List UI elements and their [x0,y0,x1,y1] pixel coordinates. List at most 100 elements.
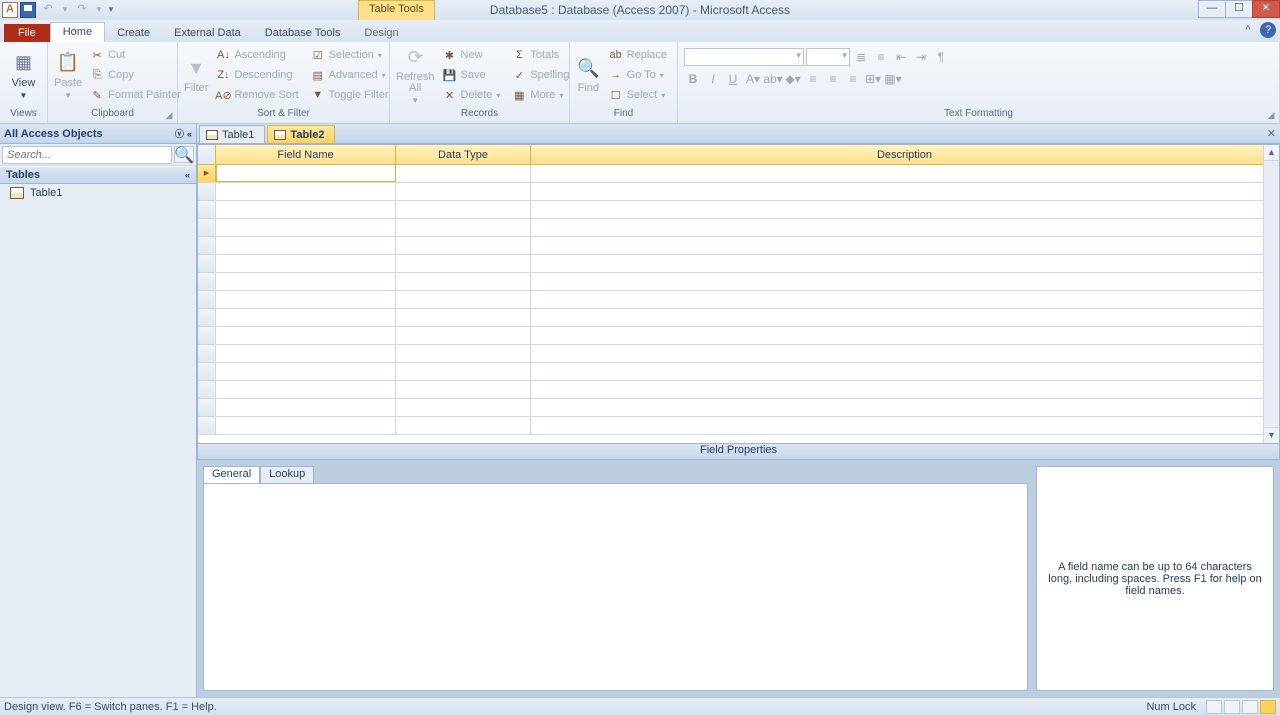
descending-button[interactable]: Z↓Descending [212,66,302,84]
qat-customize[interactable]: ▾ [106,2,116,18]
refresh-all-button[interactable]: ⟳Refresh All▼ [396,44,435,106]
grid-row[interactable] [198,219,1279,237]
help-icon[interactable]: ? [1260,22,1276,38]
collapse-group-icon[interactable]: « [185,170,190,180]
font-color-button[interactable]: A▾ [744,70,762,88]
nav-item-table1[interactable]: Table1 [0,184,196,202]
highlight-button[interactable]: ab▾ [764,70,782,88]
paste-button[interactable]: 📋Paste▼ [54,44,82,106]
scroll-down-icon[interactable]: ▼ [1264,427,1279,443]
text-launcher[interactable]: ◢ [1265,110,1277,122]
ascending-button[interactable]: A↓Ascending [212,46,302,64]
spelling-button[interactable]: ✓Spelling [508,66,573,84]
gridlines-button[interactable]: ⊞▾ [864,70,882,88]
pivot-chart-view-button[interactable] [1242,700,1258,714]
numbering-icon[interactable]: ≡ [872,48,890,66]
tab-design[interactable]: Design [352,24,410,42]
undo-button[interactable]: ↶ [38,2,58,18]
cut-button[interactable]: ✂Cut [86,46,185,64]
grid-row[interactable] [198,273,1279,291]
close-button[interactable]: ✕ [1252,0,1280,18]
nav-collapse-icon[interactable]: « [187,129,192,139]
italic-button[interactable]: I [704,70,722,88]
fp-tab-general[interactable]: General [203,466,260,484]
nav-search-input[interactable] [2,146,172,164]
remove-sort-button[interactable]: A⊘Remove Sort [212,86,302,104]
grid-row[interactable] [198,291,1279,309]
view-button[interactable]: ▦View▼ [6,44,41,106]
ltr-icon[interactable]: ¶ [932,48,950,66]
grid-row[interactable] [198,309,1279,327]
field-name-cell[interactable] [216,164,396,182]
maximize-button[interactable]: ☐ [1225,0,1253,18]
pivot-table-view-button[interactable] [1224,700,1240,714]
doc-tab-table1[interactable]: Table1 [199,125,265,143]
row-selector[interactable]: ▸ [198,165,216,182]
tab-create[interactable]: Create [105,24,162,42]
find-button[interactable]: 🔍Find [576,44,601,106]
col-data-type[interactable]: Data Type [396,145,531,164]
advanced-button[interactable]: ▤Advanced▾ [307,66,393,84]
fill-color-button[interactable]: ◆▾ [784,70,802,88]
new-button[interactable]: ✱New [439,46,505,64]
grid-row[interactable] [198,399,1279,417]
scroll-up-icon[interactable]: ▲ [1264,145,1279,161]
font-name-combo[interactable] [684,48,804,66]
bullets-icon[interactable]: ≣ [852,48,870,66]
save-record-button[interactable]: 💾Save [439,66,505,84]
grid-row[interactable] [198,183,1279,201]
nav-header[interactable]: All Access Objects ⓥ « [0,124,196,144]
minimize-ribbon-icon[interactable]: ^ [1240,22,1256,38]
col-description[interactable]: Description [531,145,1279,164]
grid-row[interactable] [198,363,1279,381]
grid-row[interactable] [198,255,1279,273]
align-center-button[interactable]: ≡ [824,70,842,88]
select-all-cell[interactable] [198,145,216,164]
fp-tab-lookup[interactable]: Lookup [260,466,314,484]
alt-row-color-button[interactable]: ▦▾ [884,70,902,88]
tab-home[interactable]: Home [50,22,105,42]
grid-row[interactable] [198,417,1279,435]
totals-button[interactable]: ΣTotals [508,46,573,64]
decrease-indent-icon[interactable]: ⇤ [892,48,910,66]
save-icon[interactable] [20,2,36,18]
tab-file[interactable]: File [4,24,50,42]
replace-button[interactable]: abReplace [605,46,671,64]
tab-database-tools[interactable]: Database Tools [253,24,353,42]
data-type-cell[interactable] [396,165,531,182]
grid-row[interactable] [198,201,1279,219]
grid-row[interactable] [198,327,1279,345]
description-cell[interactable] [531,165,1279,182]
goto-button[interactable]: →Go To▾ [605,66,671,84]
more-button[interactable]: ▦More▾ [508,86,573,104]
tab-external-data[interactable]: External Data [162,24,253,42]
design-view-button[interactable] [1260,700,1276,714]
grid-row[interactable] [198,381,1279,399]
underline-button[interactable]: U [724,70,742,88]
nav-filter-dropdown[interactable]: ⓥ [175,129,184,139]
selection-button[interactable]: ☑Selection▾ [307,46,393,64]
toggle-filter-button[interactable]: ▼Toggle Filter [307,86,393,104]
fp-general-pane[interactable] [203,483,1028,691]
doc-close-button[interactable]: ✕ [1267,127,1276,140]
nav-search-go[interactable]: 🔍 [174,146,194,163]
increase-indent-icon[interactable]: ⇥ [912,48,930,66]
doc-tab-table2[interactable]: Table2 [267,125,335,143]
font-size-combo[interactable] [806,48,850,66]
nav-group-tables[interactable]: Tables « [0,166,196,184]
vertical-scrollbar[interactable]: ▲▼ [1263,145,1279,443]
copy-button[interactable]: ⎘Copy [86,66,185,84]
align-right-button[interactable]: ≡ [844,70,862,88]
redo-button[interactable]: ↷ [72,2,92,18]
grid-row[interactable] [198,345,1279,363]
bold-button[interactable]: B [684,70,702,88]
select-button[interactable]: ☐Select▾ [605,86,671,104]
format-painter-button[interactable]: ✎Format Painter [86,86,185,104]
delete-button[interactable]: ✕Delete▾ [439,86,505,104]
clipboard-launcher[interactable]: ◢ [163,110,175,122]
undo-dropdown[interactable]: ▾ [60,2,70,18]
redo-dropdown[interactable]: ▾ [94,2,104,18]
col-field-name[interactable]: Field Name [216,145,396,164]
align-left-button[interactable]: ≡ [804,70,822,88]
datasheet-view-button[interactable] [1206,700,1222,714]
